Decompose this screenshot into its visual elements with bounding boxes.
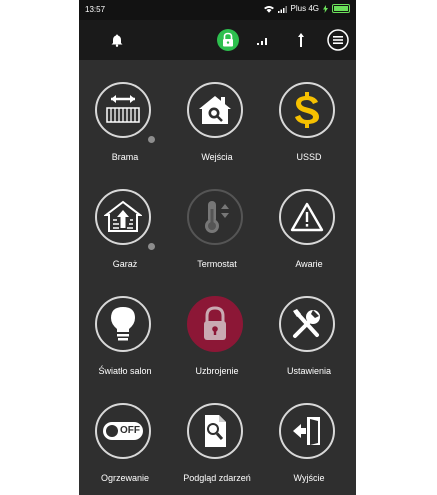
- toggle-switch: OFF: [103, 422, 143, 440]
- tile-ogrzewanie[interactable]: OFF Ogrzewanie: [79, 383, 171, 483]
- tile-label: Garaż: [112, 259, 138, 269]
- phone-screen: 13:57 Plus 4G Brama Wejścia USSD Garaż T…: [79, 0, 356, 495]
- tools-icon: [279, 296, 335, 352]
- tile-ustawienia[interactable]: Ustawienia: [263, 276, 355, 376]
- garage-icon: [95, 189, 151, 245]
- tile-label: Wyjście: [293, 473, 325, 483]
- tile-label: Podgląd zdarzeń: [183, 473, 251, 483]
- battery-icon: [332, 4, 350, 13]
- wifi-icon: [263, 5, 274, 13]
- antenna-icon: [289, 28, 313, 52]
- tile-label: Termostat: [197, 259, 237, 269]
- toggle-icon: OFF: [95, 403, 151, 459]
- signal-icon: [251, 28, 275, 52]
- house-search-icon: [187, 82, 243, 138]
- gate-icon: [95, 82, 151, 138]
- menu-icon[interactable]: [326, 28, 350, 52]
- tile-podglad-zdarzen[interactable]: Podgląd zdarzeń: [171, 383, 263, 483]
- charging-icon: [323, 4, 328, 13]
- bulb-icon: [95, 296, 151, 352]
- tile-brama[interactable]: Brama: [79, 62, 171, 162]
- lock-status-icon[interactable]: [216, 28, 240, 52]
- tile-label: Brama: [111, 152, 139, 162]
- tile-wyjscie[interactable]: Wyjście: [263, 383, 355, 483]
- app-top-bar: [79, 20, 356, 60]
- thermometer-icon: [187, 189, 243, 245]
- tile-ussd[interactable]: USSD: [263, 62, 355, 162]
- tile-label: Awarie: [295, 259, 323, 269]
- tile-label: USSD: [296, 152, 322, 162]
- tile-awarie[interactable]: Awarie: [263, 169, 355, 269]
- status-dot: [148, 136, 155, 143]
- dollar-icon: [279, 82, 335, 138]
- toggle-text: OFF: [120, 425, 140, 436]
- bell-icon[interactable]: [105, 28, 129, 52]
- tile-label: Ustawienia: [286, 366, 332, 376]
- cell-signal-icon: [277, 5, 287, 13]
- status-right: Plus 4G: [263, 4, 350, 13]
- warning-icon: [279, 189, 335, 245]
- status-time: 13:57: [85, 5, 106, 14]
- status-bar: 13:57 Plus 4G: [79, 0, 356, 20]
- status-dot: [148, 243, 155, 250]
- tile-uzbrojenie[interactable]: Uzbrojenie: [171, 276, 263, 376]
- tile-label: Uzbrojenie: [195, 366, 239, 376]
- exit-door-icon: [279, 403, 335, 459]
- tile-swiatlo-salon[interactable]: Światło salon: [79, 276, 171, 376]
- tile-garaz[interactable]: Garaż: [79, 169, 171, 269]
- tile-label: Wejścia: [201, 152, 233, 162]
- tile-termostat[interactable]: Termostat: [171, 169, 263, 269]
- document-search-icon: [187, 403, 243, 459]
- padlock-icon: [187, 296, 243, 352]
- carrier-name: Plus 4G: [290, 4, 319, 13]
- tile-wejscia[interactable]: Wejścia: [171, 62, 263, 162]
- tile-label: Światło salon: [98, 366, 152, 376]
- tile-label: Ogrzewanie: [100, 473, 150, 483]
